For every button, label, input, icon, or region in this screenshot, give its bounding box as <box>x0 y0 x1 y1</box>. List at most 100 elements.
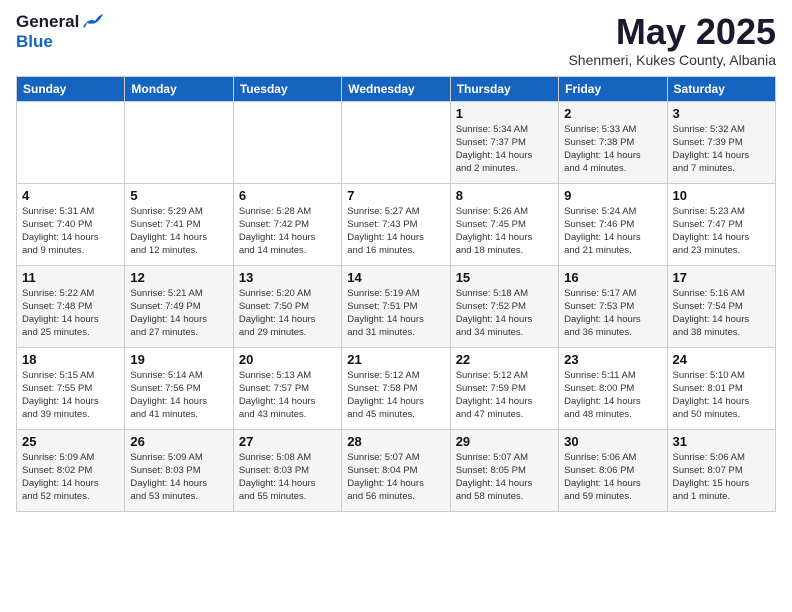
day-number: 4 <box>22 188 119 203</box>
location: Shenmeri, Kukes County, Albania <box>568 52 776 68</box>
table-row: 25 Sunrise: 5:09 AMSunset: 8:02 PMDayligh… <box>17 429 125 511</box>
table-row: 28 Sunrise: 5:07 AMSunset: 8:04 PMDayligh… <box>342 429 450 511</box>
table-row: 29 Sunrise: 5:07 AMSunset: 8:05 PMDayligh… <box>450 429 558 511</box>
day-info: Sunrise: 5:19 AMSunset: 7:51 PMDaylight:… <box>347 287 444 340</box>
col-sunday: Sunday <box>17 76 125 101</box>
day-info: Sunrise: 5:09 AMSunset: 8:03 PMDaylight:… <box>130 451 227 504</box>
col-wednesday: Wednesday <box>342 76 450 101</box>
day-number: 9 <box>564 188 661 203</box>
day-number: 10 <box>673 188 770 203</box>
day-number: 12 <box>130 270 227 285</box>
table-row: 6 Sunrise: 5:28 AMSunset: 7:42 PMDaylight… <box>233 183 341 265</box>
day-info: Sunrise: 5:08 AMSunset: 8:03 PMDaylight:… <box>239 451 336 504</box>
day-number: 22 <box>456 352 553 367</box>
col-thursday: Thursday <box>450 76 558 101</box>
table-row <box>233 101 341 183</box>
day-number: 30 <box>564 434 661 449</box>
table-row: 11 Sunrise: 5:22 AMSunset: 7:48 PMDayligh… <box>17 265 125 347</box>
logo: General Blue <box>16 12 103 52</box>
day-info: Sunrise: 5:23 AMSunset: 7:47 PMDaylight:… <box>673 205 770 258</box>
col-tuesday: Tuesday <box>233 76 341 101</box>
logo-blue-text: Blue <box>16 32 53 51</box>
page: General Blue May 2025 Shenmeri, Kukes Co… <box>0 0 792 612</box>
day-number: 28 <box>347 434 444 449</box>
day-number: 25 <box>22 434 119 449</box>
day-number: 29 <box>456 434 553 449</box>
day-info: Sunrise: 5:27 AMSunset: 7:43 PMDaylight:… <box>347 205 444 258</box>
table-row: 2Sunrise: 5:33 AMSunset: 7:38 PMDaylight… <box>559 101 667 183</box>
day-info: Sunrise: 5:34 AMSunset: 7:37 PMDaylight:… <box>456 123 553 176</box>
day-info: Sunrise: 5:20 AMSunset: 7:50 PMDaylight:… <box>239 287 336 340</box>
day-info: Sunrise: 5:06 AMSunset: 8:07 PMDaylight:… <box>673 451 770 504</box>
col-friday: Friday <box>559 76 667 101</box>
day-number: 27 <box>239 434 336 449</box>
table-row: 18 Sunrise: 5:15 AMSunset: 7:55 PMDayligh… <box>17 347 125 429</box>
day-info: Sunrise: 5:22 AMSunset: 7:48 PMDaylight:… <box>22 287 119 340</box>
header: General Blue May 2025 Shenmeri, Kukes Co… <box>16 12 776 68</box>
day-info: Sunrise: 5:16 AMSunset: 7:54 PMDaylight:… <box>673 287 770 340</box>
day-info: Sunrise: 5:07 AMSunset: 8:05 PMDaylight:… <box>456 451 553 504</box>
table-row: 30 Sunrise: 5:06 AMSunset: 8:06 PMDayligh… <box>559 429 667 511</box>
table-row: 8Sunrise: 5:26 AMSunset: 7:45 PMDaylight… <box>450 183 558 265</box>
table-row <box>125 101 233 183</box>
calendar-week-row: 1 Sunrise: 5:34 AMSunset: 7:37 PMDaylight… <box>17 101 776 183</box>
calendar: Sunday Monday Tuesday Wednesday Thursday… <box>16 76 776 512</box>
table-row: 17 Sunrise: 5:16 AMSunset: 7:54 PMDayligh… <box>667 265 775 347</box>
day-number: 2 <box>564 106 661 121</box>
table-row: 19Sunrise: 5:14 AMSunset: 7:56 PMDayligh… <box>125 347 233 429</box>
table-row: 27 Sunrise: 5:08 AMSunset: 8:03 PMDayligh… <box>233 429 341 511</box>
day-info: Sunrise: 5:09 AMSunset: 8:02 PMDaylight:… <box>22 451 119 504</box>
day-number: 3 <box>673 106 770 121</box>
day-info: Sunrise: 5:24 AMSunset: 7:46 PMDaylight:… <box>564 205 661 258</box>
table-row: 23Sunrise: 5:11 AMSunset: 8:00 PMDayligh… <box>559 347 667 429</box>
day-number: 21 <box>347 352 444 367</box>
title-section: May 2025 Shenmeri, Kukes County, Albania <box>568 12 776 68</box>
calendar-header-row: Sunday Monday Tuesday Wednesday Thursday… <box>17 76 776 101</box>
table-row: 22 Sunrise: 5:12 AMSunset: 7:59 PMDayligh… <box>450 347 558 429</box>
col-monday: Monday <box>125 76 233 101</box>
logo-bird-icon <box>81 13 103 31</box>
table-row: 14Sunrise: 5:19 AMSunset: 7:51 PMDayligh… <box>342 265 450 347</box>
day-number: 19 <box>130 352 227 367</box>
table-row: 3 Sunrise: 5:32 AMSunset: 7:39 PMDaylight… <box>667 101 775 183</box>
day-info: Sunrise: 5:15 AMSunset: 7:55 PMDaylight:… <box>22 369 119 422</box>
day-info: Sunrise: 5:28 AMSunset: 7:42 PMDaylight:… <box>239 205 336 258</box>
day-number: 5 <box>130 188 227 203</box>
day-number: 26 <box>130 434 227 449</box>
table-row: 31Sunrise: 5:06 AMSunset: 8:07 PMDayligh… <box>667 429 775 511</box>
table-row <box>17 101 125 183</box>
table-row: 12 Sunrise: 5:21 AMSunset: 7:49 PMDayligh… <box>125 265 233 347</box>
day-number: 1 <box>456 106 553 121</box>
day-info: Sunrise: 5:31 AMSunset: 7:40 PMDaylight:… <box>22 205 119 258</box>
day-info: Sunrise: 5:10 AMSunset: 8:01 PMDaylight:… <box>673 369 770 422</box>
table-row: 7 Sunrise: 5:27 AMSunset: 7:43 PMDaylight… <box>342 183 450 265</box>
calendar-week-row: 25 Sunrise: 5:09 AMSunset: 8:02 PMDayligh… <box>17 429 776 511</box>
day-info: Sunrise: 5:11 AMSunset: 8:00 PMDaylight:… <box>564 369 661 422</box>
day-info: Sunrise: 5:18 AMSunset: 7:52 PMDaylight:… <box>456 287 553 340</box>
day-info: Sunrise: 5:21 AMSunset: 7:49 PMDaylight:… <box>130 287 227 340</box>
day-number: 20 <box>239 352 336 367</box>
day-info: Sunrise: 5:32 AMSunset: 7:39 PMDaylight:… <box>673 123 770 176</box>
day-info: Sunrise: 5:12 AMSunset: 7:58 PMDaylight:… <box>347 369 444 422</box>
table-row: 13 Sunrise: 5:20 AMSunset: 7:50 PMDayligh… <box>233 265 341 347</box>
day-number: 6 <box>239 188 336 203</box>
day-number: 8 <box>456 188 553 203</box>
table-row: 1 Sunrise: 5:34 AMSunset: 7:37 PMDaylight… <box>450 101 558 183</box>
day-info: Sunrise: 5:13 AMSunset: 7:57 PMDaylight:… <box>239 369 336 422</box>
day-info: Sunrise: 5:07 AMSunset: 8:04 PMDaylight:… <box>347 451 444 504</box>
table-row: 24Sunrise: 5:10 AMSunset: 8:01 PMDayligh… <box>667 347 775 429</box>
month-title: May 2025 <box>568 12 776 52</box>
table-row: 15Sunrise: 5:18 AMSunset: 7:52 PMDayligh… <box>450 265 558 347</box>
day-number: 18 <box>22 352 119 367</box>
day-number: 11 <box>22 270 119 285</box>
table-row: 21 Sunrise: 5:12 AMSunset: 7:58 PMDayligh… <box>342 347 450 429</box>
day-number: 13 <box>239 270 336 285</box>
day-info: Sunrise: 5:06 AMSunset: 8:06 PMDaylight:… <box>564 451 661 504</box>
calendar-week-row: 4 Sunrise: 5:31 AMSunset: 7:40 PMDaylight… <box>17 183 776 265</box>
day-number: 17 <box>673 270 770 285</box>
table-row: 10 Sunrise: 5:23 AMSunset: 7:47 PMDayligh… <box>667 183 775 265</box>
day-number: 7 <box>347 188 444 203</box>
day-number: 16 <box>564 270 661 285</box>
table-row: 9 Sunrise: 5:24 AMSunset: 7:46 PMDaylight… <box>559 183 667 265</box>
day-info: Sunrise: 5:12 AMSunset: 7:59 PMDaylight:… <box>456 369 553 422</box>
